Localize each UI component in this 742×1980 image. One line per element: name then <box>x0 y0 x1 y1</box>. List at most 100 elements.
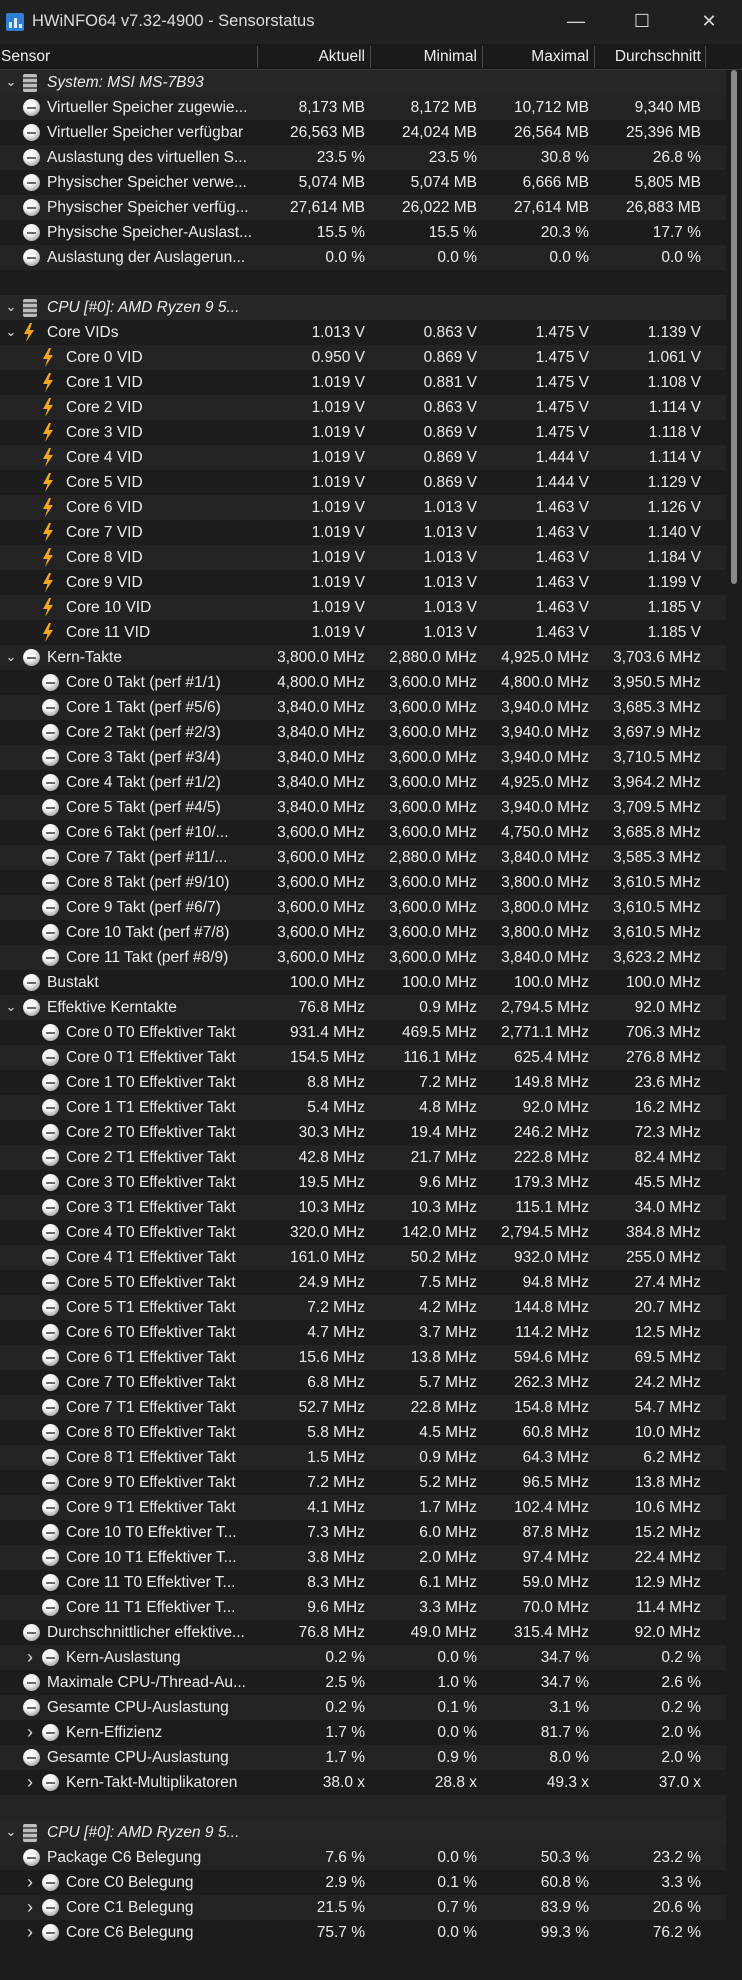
sensor-row[interactable]: Core 11 T0 Effektiver T... 8.3 MHz 6.1 MHz… <box>0 1570 726 1595</box>
column-avg[interactable]: Durchschnitt <box>594 44 701 69</box>
sensor-row[interactable]: Core 10 VID 1.019 V 1.013 V 1.463 V 1.185 V <box>0 595 726 620</box>
sensor-row[interactable]: Core 7 VID 1.019 V 1.013 V 1.463 V 1.140 V <box>0 520 726 545</box>
sensor-row[interactable]: Core 3 Takt (perf #3/4) 3,840.0 MHz 3,600.… <box>0 745 726 770</box>
sensor-row[interactable]: Gesamte CPU-Auslastung 0.2 % 0.1 % 3.1 % 0.2… <box>0 1695 726 1720</box>
sensor-row[interactable]: ⌄ Core VIDs 1.013 V 0.863 V 1.475 V 1.139 V <box>0 320 726 345</box>
sensor-row[interactable]: Core 2 Takt (perf #2/3) 3,840.0 MHz 3,600.… <box>0 720 726 745</box>
sensor-row[interactable]: Core 6 T1 Effektiver Takt 15.6 MHz 13.8 MH… <box>0 1345 726 1370</box>
sensor-row[interactable]: Core 5 VID 1.019 V 0.869 V 1.444 V 1.129 V <box>0 470 726 495</box>
sensor-row[interactable]: Core 8 Takt (perf #9/10) 3,600.0 MHz 3,600… <box>0 870 726 895</box>
sensor-row[interactable]: Core 8 T0 Effektiver Takt 5.8 MHz 4.5 MHz 6… <box>0 1420 726 1445</box>
sensor-row[interactable]: Core 1 VID 1.019 V 0.881 V 1.475 V 1.108 V <box>0 370 726 395</box>
sensor-row[interactable]: Core 8 VID 1.019 V 1.013 V 1.463 V 1.184 V <box>0 545 726 570</box>
sensor-row[interactable]: Physischer Speicher verwe... 5,074 MB 5,07… <box>0 170 726 195</box>
sensor-row[interactable]: Core 0 VID 0.950 V 0.869 V 1.475 V 1.061 V <box>0 345 726 370</box>
chevron-down-icon[interactable]: ⌄ <box>4 645 18 670</box>
sensor-list[interactable]: ⌄ System: MSI MS-7B93 Virtueller Speicher … <box>0 70 726 1945</box>
sensor-row[interactable]: Auslastung der Auslagerun... 0.0 % 0.0 % 0.… <box>0 245 726 270</box>
sensor-row[interactable]: Core 9 Takt (perf #6/7) 3,600.0 MHz 3,600.… <box>0 895 726 920</box>
sensor-row[interactable]: › Core C1 Belegung 21.5 % 0.7 % 83.9 % 20.6 % <box>0 1895 726 1920</box>
sensor-row[interactable]: Virtueller Speicher zugewie... 8,173 MB 8,… <box>0 95 726 120</box>
sensor-row[interactable]: Bustakt 100.0 MHz 100.0 MHz 100.0 MHz 100.0 … <box>0 970 726 995</box>
sensor-row[interactable]: Core 5 T0 Effektiver Takt 24.9 MHz 7.5 MHz… <box>0 1270 726 1295</box>
sensor-row[interactable]: Core 9 T0 Effektiver Takt 7.2 MHz 5.2 MHz 9… <box>0 1470 726 1495</box>
sensor-row[interactable]: Core 6 VID 1.019 V 1.013 V 1.463 V 1.126 V <box>0 495 726 520</box>
sensor-row[interactable]: Core 1 T0 Effektiver Takt 8.8 MHz 7.2 MHz 1… <box>0 1070 726 1095</box>
sensor-row[interactable]: Virtueller Speicher verfügbar 26,563 MB 24… <box>0 120 726 145</box>
sensor-row[interactable]: › Core C6 Belegung 75.7 % 0.0 % 99.3 % 76.2 % <box>0 1920 726 1945</box>
sensor-row[interactable]: Package C6 Belegung 7.6 % 0.0 % 50.3 % 23.2 … <box>0 1845 726 1870</box>
sensor-row[interactable]: Core 2 T1 Effektiver Takt 42.8 MHz 21.7 MH… <box>0 1145 726 1170</box>
chevron-right-icon[interactable]: › <box>23 1720 37 1745</box>
column-current[interactable]: Aktuell <box>258 44 365 69</box>
maximize-button[interactable]: ☐ <box>609 0 675 44</box>
chevron-down-icon[interactable]: ⌄ <box>4 295 18 320</box>
sensor-row[interactable]: › Core C0 Belegung 2.9 % 0.1 % 60.8 % 3.3 % <box>0 1870 726 1895</box>
sensor-row[interactable]: ⌄ Kern-Takte 3,800.0 MHz 2,880.0 MHz 4,925.0… <box>0 645 726 670</box>
sensor-row[interactable]: Core 3 T0 Effektiver Takt 19.5 MHz 9.6 MHz… <box>0 1170 726 1195</box>
sensor-row[interactable]: Core 2 T0 Effektiver Takt 30.3 MHz 19.4 MH… <box>0 1120 726 1145</box>
sensor-group-row[interactable]: ⌄ System: MSI MS-7B93 <box>0 70 726 95</box>
sensor-row[interactable]: Core 4 VID 1.019 V 0.869 V 1.444 V 1.114 V <box>0 445 726 470</box>
sensor-row[interactable]: Core 0 T1 Effektiver Takt 154.5 MHz 116.1 … <box>0 1045 726 1070</box>
sensor-row[interactable]: Core 7 T0 Effektiver Takt 6.8 MHz 5.7 MHz 2… <box>0 1370 726 1395</box>
sensor-row[interactable]: Core 11 T1 Effektiver T... 9.6 MHz 3.3 MHz… <box>0 1595 726 1620</box>
sensor-row[interactable]: Core 4 Takt (perf #1/2) 3,840.0 MHz 3,600.… <box>0 770 726 795</box>
sensor-row[interactable]: Core 0 Takt (perf #1/1) 4,800.0 MHz 3,600.… <box>0 670 726 695</box>
column-max[interactable]: Maximal <box>482 44 589 69</box>
sensor-row[interactable]: Core 6 T0 Effektiver Takt 4.7 MHz 3.7 MHz 1… <box>0 1320 726 1345</box>
vertical-scrollbar[interactable] <box>726 70 742 1980</box>
sensor-group-row[interactable]: ⌄ CPU [#0]: AMD Ryzen 9 5... <box>0 295 726 320</box>
chevron-right-icon[interactable]: › <box>23 1895 37 1920</box>
column-min[interactable]: Minimal <box>370 44 477 69</box>
chevron-down-icon[interactable]: ⌄ <box>4 320 18 345</box>
chevron-down-icon[interactable]: ⌄ <box>4 1820 18 1845</box>
sensor-row[interactable]: Core 10 T0 Effektiver T... 7.3 MHz 6.0 MHz… <box>0 1520 726 1545</box>
sensor-row[interactable]: Core 10 T1 Effektiver T... 3.8 MHz 2.0 MHz… <box>0 1545 726 1570</box>
sensor-row[interactable]: Core 0 T0 Effektiver Takt 931.4 MHz 469.5 … <box>0 1020 726 1045</box>
close-button[interactable]: ✕ <box>676 0 742 44</box>
column-sensor[interactable]: Sensor <box>1 44 251 69</box>
sensor-row[interactable]: Durchschnittlicher effektive... 76.8 MHz 4… <box>0 1620 726 1645</box>
sensor-row[interactable]: Core 9 T1 Effektiver Takt 4.1 MHz 1.7 MHz 1… <box>0 1495 726 1520</box>
sensor-row[interactable]: Core 5 T1 Effektiver Takt 7.2 MHz 4.2 MHz 1… <box>0 1295 726 1320</box>
sensor-row[interactable]: Core 3 T1 Effektiver Takt 10.3 MHz 10.3 MH… <box>0 1195 726 1220</box>
chevron-down-icon[interactable]: ⌄ <box>4 995 18 1020</box>
chevron-right-icon[interactable]: › <box>23 1870 37 1895</box>
current-value: 76.8 MHz <box>298 999 365 1016</box>
sensor-row[interactable]: Maximale CPU-/Thread-Au... 2.5 % 1.0 % 34.7… <box>0 1670 726 1695</box>
sensor-row[interactable]: Core 11 Takt (perf #8/9) 3,600.0 MHz 3,600… <box>0 945 726 970</box>
sensor-row[interactable]: Core 4 T0 Effektiver Takt 320.0 MHz 142.0 … <box>0 1220 726 1245</box>
sensor-row[interactable]: › Kern-Takt-Multiplikatoren 38.0 x 28.8 x 49… <box>0 1770 726 1795</box>
sensor-row[interactable]: Core 5 Takt (perf #4/5) 3,840.0 MHz 3,600.… <box>0 795 726 820</box>
chevron-right-icon[interactable]: › <box>23 1645 37 1670</box>
chevron-right-icon[interactable]: › <box>23 1770 37 1795</box>
chevron-right-icon[interactable]: › <box>23 1920 37 1945</box>
minimize-button[interactable]: — <box>543 0 609 44</box>
sensor-row[interactable]: Core 7 T1 Effektiver Takt 52.7 MHz 22.8 MH… <box>0 1395 726 1420</box>
scrollbar-thumb[interactable] <box>731 70 737 584</box>
sensor-row[interactable]: ⌄ Effektive Kerntakte 76.8 MHz 0.9 MHz 2,794… <box>0 995 726 1020</box>
sensor-row[interactable]: Physische Speicher-Auslast... 15.5 % 15.5 … <box>0 220 726 245</box>
sensor-row[interactable]: Core 3 VID 1.019 V 0.869 V 1.475 V 1.118 V <box>0 420 726 445</box>
min-value: 0.869 V <box>423 424 477 441</box>
sensor-row[interactable]: Core 1 T1 Effektiver Takt 5.4 MHz 4.8 MHz 9… <box>0 1095 726 1120</box>
sensor-row[interactable]: Core 6 Takt (perf #10/... 3,600.0 MHz 3,60… <box>0 820 726 845</box>
chevron-down-icon[interactable]: ⌄ <box>4 70 18 95</box>
sensor-row[interactable]: Physischer Speicher verfüg... 27,614 MB 26… <box>0 195 726 220</box>
sensor-row[interactable]: Core 2 VID 1.019 V 0.863 V 1.475 V 1.114 V <box>0 395 726 420</box>
sensor-row[interactable]: Gesamte CPU-Auslastung 1.7 % 0.9 % 8.0 % 2.0… <box>0 1745 726 1770</box>
sensor-row[interactable]: Core 10 Takt (perf #7/8) 3,600.0 MHz 3,600… <box>0 920 726 945</box>
sensor-row[interactable]: Core 1 Takt (perf #5/6) 3,840.0 MHz 3,600.… <box>0 695 726 720</box>
sensor-group-row[interactable]: ⌄ CPU [#0]: AMD Ryzen 9 5... <box>0 1820 726 1845</box>
sensor-row[interactable]: Core 9 VID 1.019 V 1.013 V 1.463 V 1.199 V <box>0 570 726 595</box>
column-divider[interactable] <box>705 46 706 68</box>
sensor-row[interactable]: › Kern-Auslastung 0.2 % 0.0 % 34.7 % 0.2 % <box>0 1645 726 1670</box>
sensor-row[interactable]: Core 4 T1 Effektiver Takt 161.0 MHz 50.2 M… <box>0 1245 726 1270</box>
sensor-row[interactable]: Auslastung des virtuellen S... 23.5 % 23.5… <box>0 145 726 170</box>
sensor-row[interactable]: Core 11 VID 1.019 V 1.013 V 1.463 V 1.185 V <box>0 620 726 645</box>
sensor-row[interactable]: › Kern-Effizienz 1.7 % 0.0 % 81.7 % 2.0 % <box>0 1720 726 1745</box>
sensor-row[interactable]: Core 8 T1 Effektiver Takt 1.5 MHz 0.9 MHz 6… <box>0 1445 726 1470</box>
sensor-row[interactable]: Core 7 Takt (perf #11/... 3,600.0 MHz 2,88… <box>0 845 726 870</box>
title-bar[interactable]: HWiNFO64 v7.32-4900 - Sensorstatus — ☐ ✕ <box>0 0 742 44</box>
